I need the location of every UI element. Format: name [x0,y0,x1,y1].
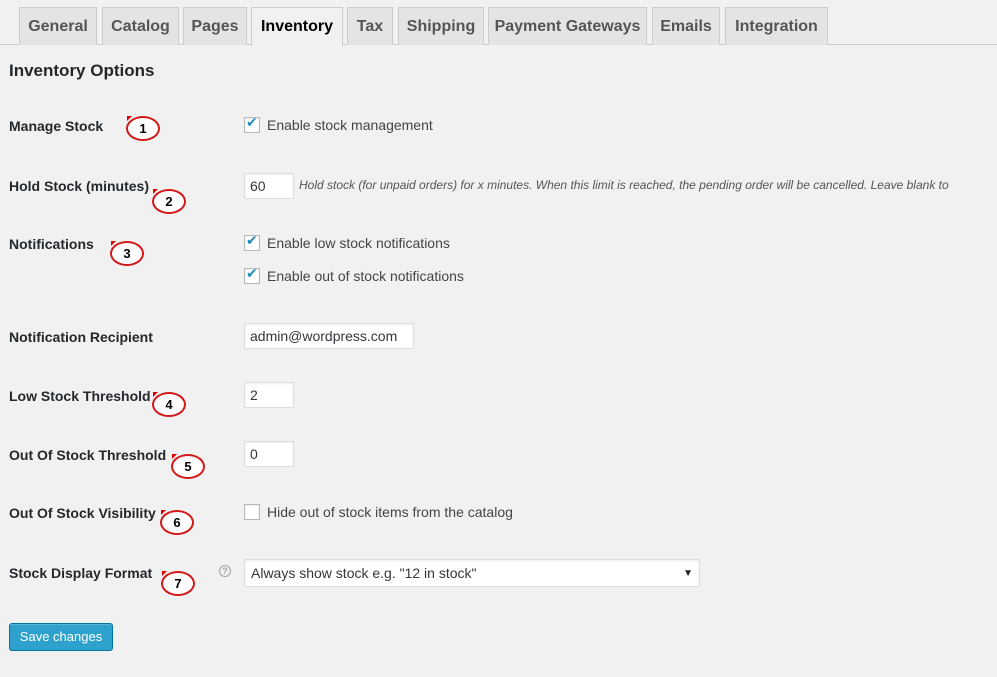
out-of-stock-notifications-label: Enable out of stock notifications [267,268,464,284]
tab-pages[interactable]: Pages [183,7,247,45]
manage-stock-checkbox[interactable]: ✔ Enable stock management [244,116,433,134]
tab-general[interactable]: General [19,7,97,45]
manage-stock-checkbox-label: Enable stock management [267,117,433,133]
checkbox-checked[interactable]: ✔ [244,235,260,251]
checkmark-icon: ✔ [246,265,258,282]
page-title: Inventory Options [9,61,154,81]
stock-display-format-selected: Always show stock e.g. "12 in stock" [251,565,476,581]
hide-out-of-stock-label: Hide out of stock items from the catalog [267,504,513,520]
checkbox-checked[interactable]: ✔ [244,268,260,284]
tab-inventory[interactable]: Inventory [251,7,343,46]
checkbox-checked[interactable]: ✔ [244,117,260,133]
tab-integration[interactable]: Integration [725,7,828,45]
notification-recipient-label: Notification Recipient [9,329,153,345]
low-stock-threshold-label: Low Stock Threshold [9,388,151,404]
out-of-stock-notifications-checkbox[interactable]: ✔ Enable out of stock notifications [244,267,464,285]
chevron-down-icon: ▼ [683,565,693,583]
hold-stock-label: Hold Stock (minutes) [9,178,149,194]
settings-tabs: General Catalog Pages Inventory Tax Ship… [0,0,997,45]
out-of-stock-visibility-label: Out Of Stock Visibility [9,505,156,521]
hold-stock-description: Hold stock (for unpaid orders) for x min… [299,178,949,192]
manage-stock-label: Manage Stock [9,118,103,134]
annotation-badge: 3 [110,241,144,266]
tab-tax[interactable]: Tax [347,7,393,45]
annotation-badge: 5 [171,454,205,479]
tab-catalog[interactable]: Catalog [102,7,179,45]
annotation-badge: 1 [126,116,160,141]
annotation-badge: 7 [161,571,195,596]
tab-shipping[interactable]: Shipping [398,7,484,45]
save-changes-button[interactable]: Save changes [9,623,113,651]
checkmark-icon: ✔ [246,232,258,249]
notifications-label: Notifications [9,236,94,252]
annotation-badge: 6 [160,510,194,535]
notification-recipient-input[interactable]: admin@wordpress.com [244,323,414,349]
stock-display-format-label: Stock Display Format [9,565,152,581]
checkmark-icon: ✔ [246,114,258,131]
help-icon[interactable]: ? [219,565,231,577]
annotation-badge: 2 [152,189,186,214]
hold-stock-input[interactable]: 60 [244,173,294,199]
low-stock-notifications-checkbox[interactable]: ✔ Enable low stock notifications [244,234,450,252]
checkbox-unchecked[interactable] [244,504,260,520]
out-of-stock-threshold-input[interactable]: 0 [244,441,294,467]
out-of-stock-threshold-label: Out Of Stock Threshold [9,447,166,463]
tab-emails[interactable]: Emails [652,7,720,45]
low-stock-notifications-label: Enable low stock notifications [267,235,450,251]
hide-out-of-stock-checkbox[interactable]: Hide out of stock items from the catalog [244,503,513,521]
annotation-badge: 4 [152,392,186,417]
low-stock-threshold-input[interactable]: 2 [244,382,294,408]
tab-payment-gateways[interactable]: Payment Gateways [488,7,647,45]
stock-display-format-select[interactable]: Always show stock e.g. "12 in stock" ▼ [244,559,700,587]
